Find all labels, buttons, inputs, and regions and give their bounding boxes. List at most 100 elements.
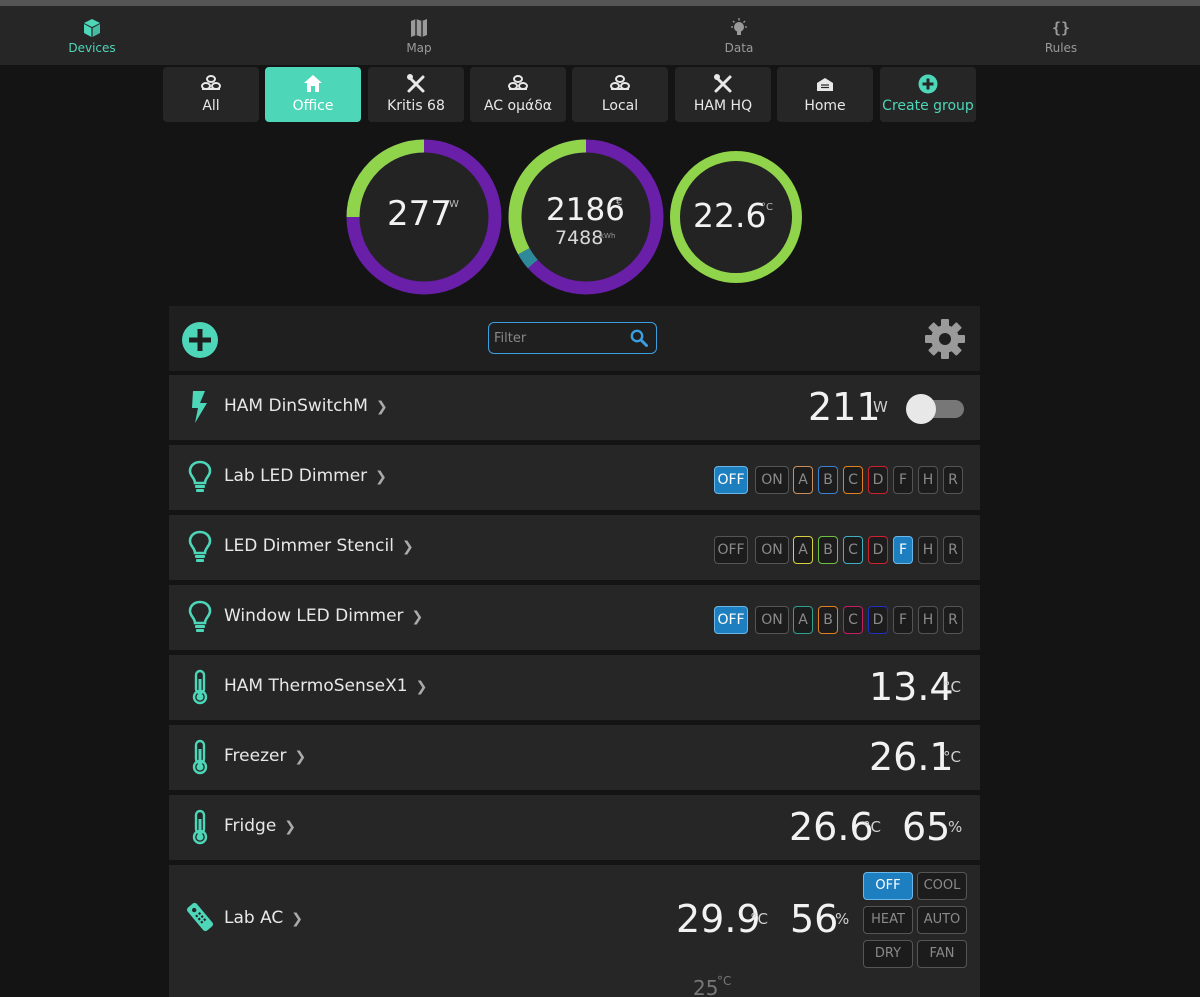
energy-gauge: 2186 € 7488 kWh	[508, 139, 664, 295]
device-link-fridge[interactable]: Fridge ❯	[224, 816, 296, 836]
scene-h-button[interactable]: H	[918, 536, 938, 564]
warehouse-icon	[817, 78, 833, 91]
thermometer-icon	[192, 739, 208, 775]
scene-f-button[interactable]: F	[893, 606, 913, 634]
scene-a-button[interactable]: A	[793, 536, 813, 564]
nav-map[interactable]: Map	[339, 6, 499, 65]
thermometer-icon	[192, 809, 208, 845]
scene-b-button[interactable]: B	[818, 536, 838, 564]
group-ham-hq[interactable]: HAM HQ	[675, 67, 771, 122]
scene-c-button[interactable]: C	[843, 606, 863, 634]
plus-circle-icon	[918, 74, 938, 94]
create-group-button[interactable]: Create group	[880, 67, 976, 122]
scene-h-button[interactable]: H	[918, 466, 938, 494]
device-link-din-switch[interactable]: HAM DinSwitchM ❯	[224, 396, 388, 416]
scene-on-button[interactable]: ON	[755, 606, 789, 634]
fridge-temperature-unit: °C	[863, 818, 881, 836]
scene-b-button[interactable]: B	[818, 606, 838, 634]
nav-rules[interactable]: {} Rules	[981, 6, 1141, 65]
group-local-label: Local	[601, 98, 639, 114]
device-link-freezer[interactable]: Freezer ❯	[224, 746, 306, 766]
bulb-icon	[731, 18, 747, 35]
power-value: 277	[387, 194, 452, 234]
group-ac[interactable]: AC ομάδα	[470, 67, 566, 122]
toggle-knob	[906, 394, 936, 424]
chevron-right-icon: ❯	[415, 679, 428, 695]
energy-cost-unit: €	[616, 197, 623, 208]
device-link-lab-ac[interactable]: Lab AC ❯	[224, 908, 303, 928]
scene-off-button[interactable]: OFF	[714, 466, 748, 494]
device-link-stencil-led[interactable]: LED Dimmer Stencil ❯	[224, 536, 414, 556]
group-home[interactable]: Home	[777, 67, 873, 122]
ac-mode-cool-button[interactable]: COOL	[917, 872, 967, 900]
lab-ac-humidity-unit: %	[835, 910, 850, 928]
ac-mode-dry-button[interactable]: DRY	[863, 940, 913, 968]
lightbulb-icon	[188, 530, 212, 562]
chevron-right-icon: ❯	[294, 749, 307, 765]
scene-a-button[interactable]: A	[793, 466, 813, 494]
fridge-humidity-unit: %	[948, 818, 963, 836]
power-unit: W	[449, 199, 459, 210]
thermometer-icon	[192, 669, 208, 705]
nav-data[interactable]: Data	[659, 6, 819, 65]
chevron-right-icon: ❯	[375, 469, 387, 485]
ac-mode-fan-button[interactable]: FAN	[917, 940, 967, 968]
svg-text:{}: {}	[1052, 19, 1070, 37]
braces-icon: {}	[1052, 19, 1070, 37]
chevron-right-icon: ❯	[375, 399, 388, 415]
scene-c-button[interactable]: C	[843, 536, 863, 564]
scene-off-button[interactable]: OFF	[714, 536, 748, 564]
ac-mode-off-button[interactable]: OFF	[863, 872, 913, 900]
chevron-right-icon: ❯	[291, 911, 304, 927]
scene-d-button[interactable]: D	[868, 466, 888, 494]
stack-icon	[508, 75, 528, 90]
group-kritis-68[interactable]: Kritis 68	[368, 67, 464, 122]
device-name: Window LED Dimmer	[224, 606, 404, 626]
group-all[interactable]: All	[163, 67, 259, 122]
gear-icon[interactable]	[924, 318, 966, 360]
scene-r-button[interactable]: R	[943, 466, 963, 494]
device-name: HAM DinSwitchM	[224, 396, 368, 416]
nav-devices-label: Devices	[68, 41, 116, 55]
scene-r-button[interactable]: R	[943, 536, 963, 564]
device-link-thermo[interactable]: HAM ThermoSenseX1 ❯	[224, 676, 427, 696]
scene-d-button[interactable]: D	[868, 606, 888, 634]
group-ham-hq-label: HAM HQ	[693, 98, 753, 114]
scene-d-button[interactable]: D	[868, 536, 888, 564]
din-switch-power-unit: W	[873, 398, 888, 416]
filter-input[interactable]	[494, 323, 624, 353]
group-office[interactable]: Office	[265, 67, 361, 122]
scene-a-button[interactable]: A	[793, 606, 813, 634]
energy-kwh-value: 7488	[555, 227, 604, 249]
search-icon[interactable]	[630, 329, 648, 347]
device-row-freezer: Freezer ❯ 26.1 °C	[169, 725, 980, 790]
ac-mode-auto-button[interactable]: AUTO	[917, 906, 967, 934]
device-name: Freezer	[224, 746, 287, 766]
scene-on-button[interactable]: ON	[755, 466, 789, 494]
add-device-button[interactable]	[182, 322, 218, 358]
lab-ac-setpoint: 25	[693, 976, 719, 997]
fridge-temperature: 26.6	[789, 805, 874, 849]
power-gauge: 277 W	[346, 139, 502, 295]
device-link-window-led[interactable]: Window LED Dimmer ❯	[224, 606, 423, 626]
scene-off-button[interactable]: OFF	[714, 606, 748, 634]
scene-r-button[interactable]: R	[943, 606, 963, 634]
filter-box	[488, 322, 657, 354]
scene-h-button[interactable]: H	[918, 606, 938, 634]
nav-devices[interactable]: Devices	[12, 6, 172, 65]
scene-c-button[interactable]: C	[843, 466, 863, 494]
stack-icon	[201, 75, 221, 90]
group-local[interactable]: Local	[572, 67, 668, 122]
nav-rules-label: Rules	[1044, 41, 1078, 55]
lightning-icon	[192, 391, 207, 423]
device-row-thermo: HAM ThermoSenseX1 ❯ 13.4 °C	[169, 655, 980, 720]
din-switch-toggle[interactable]	[906, 394, 964, 424]
scene-f-button[interactable]: F	[893, 466, 913, 494]
device-link-lab-led[interactable]: Lab LED Dimmer ❯	[224, 466, 387, 486]
scene-b-button[interactable]: B	[818, 466, 838, 494]
ac-mode-heat-button[interactable]: HEAT	[863, 906, 913, 934]
device-row-lab-led: Lab LED Dimmer ❯ OFF ON A B C D F H R	[169, 445, 980, 510]
device-name: LED Dimmer Stencil	[224, 536, 394, 556]
scene-f-button[interactable]: F	[893, 536, 913, 564]
scene-on-button[interactable]: ON	[755, 536, 789, 564]
